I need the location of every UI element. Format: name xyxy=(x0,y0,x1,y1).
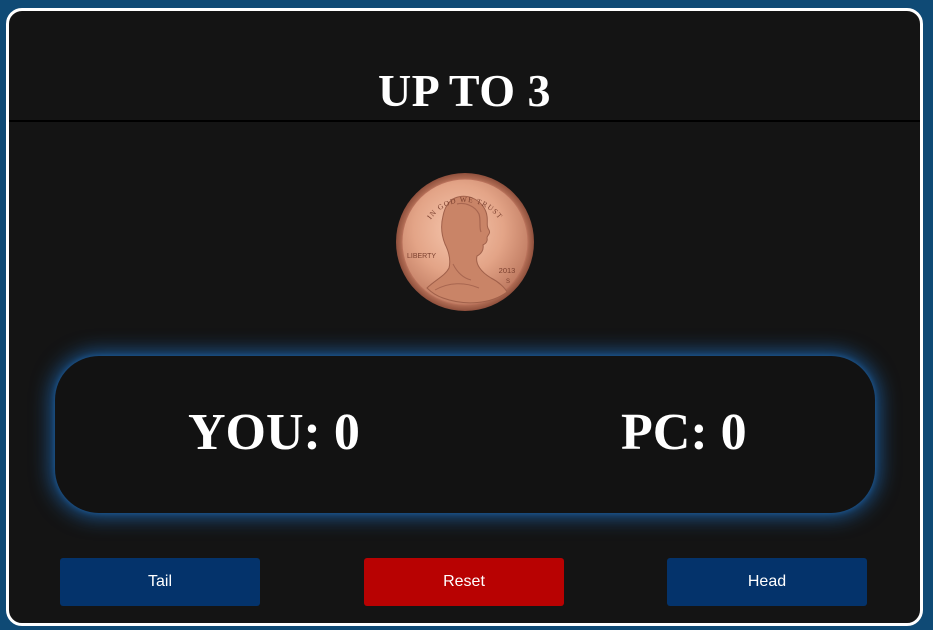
page-title: UP TO 3 xyxy=(377,65,552,116)
computer-score: PC: 0 xyxy=(621,404,747,461)
head-button[interactable]: Head xyxy=(667,558,867,606)
reset-button[interactable]: Reset xyxy=(364,558,564,606)
scoreboard: YOU: 0 PC: 0 xyxy=(55,356,875,513)
game-frame: UP TO 3 IN GOD WE TRUST LIBERTY 2013 S Y… xyxy=(6,8,923,626)
penny-coin-icon: IN GOD WE TRUST LIBERTY 2013 S xyxy=(395,172,535,312)
coin-liberty: LIBERTY xyxy=(407,253,436,260)
tail-button[interactable]: Tail xyxy=(60,558,260,606)
player-score: YOU: 0 xyxy=(188,404,360,461)
coin-year: 2013 xyxy=(499,266,516,275)
coin-mint-mark: S xyxy=(506,279,510,285)
title-container: UP TO 3 xyxy=(9,11,920,120)
